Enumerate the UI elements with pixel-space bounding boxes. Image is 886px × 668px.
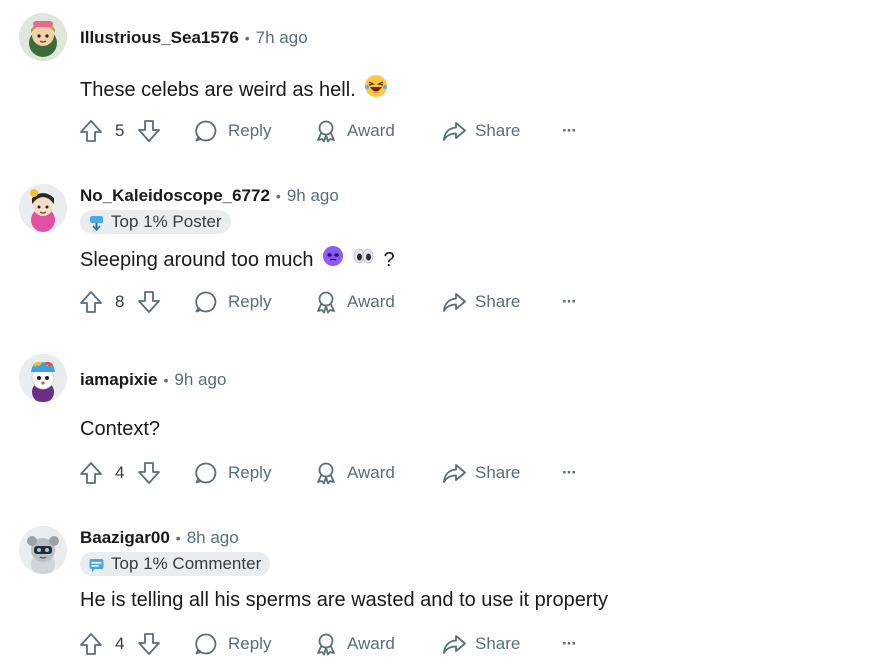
upvote-icon	[80, 120, 102, 142]
username[interactable]: Baazigar00	[80, 527, 170, 549]
downvote-icon	[138, 462, 160, 484]
downvote-icon	[138, 291, 160, 313]
award-label: Award	[347, 121, 395, 140]
flair-label: Top 1% Poster	[111, 212, 222, 231]
upvote-button[interactable]	[78, 459, 104, 487]
user-flair: Top 1% Commenter	[80, 552, 271, 576]
upvote-icon	[80, 633, 102, 655]
award-icon	[317, 462, 335, 485]
comment-text: These celebs are weird as hell.	[80, 78, 356, 101]
flair-label: Top 1% Commenter	[111, 554, 262, 573]
share-label: Share	[475, 634, 521, 653]
award-icon	[317, 120, 335, 143]
downvote-button[interactable]	[136, 117, 162, 145]
comment-meta: Baazigar00 • 8h ago	[80, 527, 239, 549]
share-label: Share	[475, 463, 521, 482]
timestamp[interactable]: 9h ago	[287, 185, 339, 207]
comment-body: Context?	[80, 416, 160, 442]
comment-bubble-icon	[195, 462, 217, 484]
top-commenter-icon	[88, 556, 105, 573]
share-label: Share	[475, 292, 521, 311]
reply-button[interactable]: Reply	[194, 630, 271, 658]
timestamp[interactable]: 9h ago	[174, 369, 226, 391]
share-label: Share	[475, 121, 521, 140]
upvote-icon	[80, 291, 102, 313]
comment-bubble-icon	[195, 120, 217, 142]
comment-text: Context?	[80, 418, 161, 440]
avatar[interactable]	[19, 13, 67, 61]
comment-text: He is telling all his sperms are wasted …	[80, 589, 609, 611]
vote-count: 4	[115, 634, 125, 653]
award-label: Award	[347, 463, 395, 482]
upvote-button[interactable]	[78, 288, 104, 316]
pleading-purple-face-emoji-icon	[322, 245, 344, 274]
comment-meta: Illustrious_Sea1576 • 7h ago	[80, 27, 308, 49]
award-label: Award	[347, 634, 395, 653]
downvote-button[interactable]	[136, 459, 162, 487]
top-poster-icon	[88, 214, 105, 231]
separator-dot: •	[244, 30, 250, 46]
username[interactable]: iamapixie	[80, 369, 158, 391]
downvote-button[interactable]	[136, 288, 162, 316]
comment-meta: iamapixie • 9h ago	[80, 369, 226, 391]
eyes-emoji-icon	[352, 245, 374, 274]
award-button[interactable]: Award	[314, 288, 395, 316]
laughing-face-emoji-icon	[364, 74, 388, 105]
vote-count: 4	[115, 463, 125, 482]
comment-text: Sleeping around too much	[80, 248, 314, 271]
comment-body: Sleeping around too much ?	[80, 245, 395, 274]
more-options-button[interactable]: ···	[562, 630, 577, 658]
award-button[interactable]: Award	[314, 117, 395, 145]
share-icon	[443, 293, 466, 312]
award-button[interactable]: Award	[314, 459, 395, 487]
reply-label: Reply	[228, 463, 272, 482]
username[interactable]: No_Kaleidoscope_6772	[80, 185, 270, 207]
reply-button[interactable]: Reply	[194, 288, 271, 316]
award-button[interactable]: Award	[314, 630, 395, 658]
downvote-icon	[138, 120, 160, 142]
separator-dot: •	[163, 372, 169, 388]
downvote-button[interactable]	[136, 630, 162, 658]
more-options-button[interactable]: ···	[562, 459, 577, 487]
reply-label: Reply	[228, 121, 272, 140]
share-button[interactable]: Share	[442, 459, 520, 487]
comment-bubble-icon	[195, 633, 217, 655]
avatar[interactable]	[19, 354, 67, 402]
timestamp[interactable]: 7h ago	[256, 27, 308, 49]
avatar[interactable]	[19, 184, 67, 232]
vote-count: 8	[115, 292, 125, 311]
award-label: Award	[347, 292, 395, 311]
user-flair: Top 1% Poster	[80, 210, 231, 234]
comment-body: He is telling all his sperms are wasted …	[80, 587, 608, 613]
reply-label: Reply	[228, 634, 272, 653]
comment-meta: No_Kaleidoscope_6772 • 9h ago	[80, 185, 339, 207]
vote-count: 5	[115, 121, 125, 140]
username[interactable]: Illustrious_Sea1576	[80, 27, 239, 49]
upvote-button[interactable]	[78, 630, 104, 658]
comment-bubble-icon	[195, 291, 217, 313]
upvote-button[interactable]	[78, 117, 104, 145]
share-icon	[443, 464, 466, 483]
share-icon	[443, 635, 466, 654]
comment-body: These celebs are weird as hell.	[80, 74, 388, 105]
upvote-icon	[80, 462, 102, 484]
timestamp[interactable]: 8h ago	[187, 527, 239, 549]
avatar[interactable]	[19, 526, 67, 574]
reply-button[interactable]: Reply	[194, 459, 271, 487]
share-button[interactable]: Share	[442, 630, 520, 658]
share-icon	[443, 122, 466, 141]
trailing-text: ?	[383, 248, 395, 271]
share-button[interactable]: Share	[442, 117, 520, 145]
reply-button[interactable]: Reply	[194, 117, 271, 145]
separator-dot: •	[275, 188, 281, 204]
separator-dot: •	[175, 530, 181, 546]
award-icon	[317, 633, 335, 656]
more-options-button[interactable]: ···	[562, 117, 577, 145]
share-button[interactable]: Share	[442, 288, 520, 316]
award-icon	[317, 291, 335, 314]
downvote-icon	[138, 633, 160, 655]
reply-label: Reply	[228, 292, 272, 311]
more-options-button[interactable]: ···	[562, 288, 577, 316]
